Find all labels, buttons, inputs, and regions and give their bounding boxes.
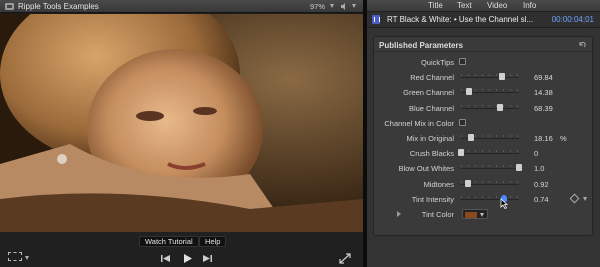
tab-info[interactable]: Info <box>523 1 536 10</box>
param-row-quicktips: QuickTips <box>374 55 592 70</box>
effect-title: RT Black & White: • Use the Channel sl..… <box>387 15 534 24</box>
tint-color-well[interactable] <box>462 209 488 219</box>
previous-edit-icon[interactable] <box>160 253 172 264</box>
speaker-icon[interactable] <box>341 3 347 10</box>
param-checkbox[interactable] <box>459 58 466 65</box>
param-value[interactable]: 69.84 <box>534 73 553 82</box>
param-row-blow-out-whites: Blow Out Whites 1.0 <box>374 161 592 176</box>
frame-overlay-caret-icon[interactable] <box>25 256 29 260</box>
tab-title[interactable]: Title <box>428 1 443 10</box>
view-options-caret-icon[interactable] <box>352 4 356 8</box>
portrait-image <box>0 14 363 232</box>
tab-video[interactable]: Video <box>487 1 507 10</box>
next-edit-icon[interactable] <box>201 253 213 264</box>
param-row-green-channel: Green Channel 14.38 <box>374 85 592 100</box>
slider-track[interactable] <box>461 107 519 109</box>
film-icon <box>5 3 14 10</box>
param-label: Green Channel <box>403 88 454 98</box>
slider-track[interactable] <box>461 168 519 170</box>
slider-thumb[interactable] <box>497 103 504 111</box>
param-label: Tint Intensity <box>411 194 454 204</box>
param-unit: % <box>560 134 567 143</box>
slider-ticks <box>461 104 519 107</box>
viewer-pane: Ripple Tools Examples 97% Watch Tutorial… <box>0 0 363 267</box>
panel-header: Published Parameters <box>374 37 592 52</box>
param-row-mix-in-original: Mix in Original 18.16% <box>374 131 592 146</box>
viewer-toolbar: Ripple Tools Examples 97% <box>0 0 363 13</box>
slider-ticks <box>461 195 519 198</box>
tab-text[interactable]: Text <box>457 1 472 10</box>
slider-track[interactable] <box>461 198 519 200</box>
slider-track[interactable] <box>461 77 519 79</box>
viewer-title: Ripple Tools Examples <box>18 2 99 11</box>
timecode: 00:00:04;01 <box>551 15 594 24</box>
param-label: Tint Color <box>421 210 454 219</box>
transport-bar: Watch Tutorial Help <box>0 232 363 267</box>
param-checkbox[interactable] <box>459 118 466 126</box>
param-row-tint-intensity: Tint Intensity 0.74 <box>374 192 592 207</box>
slider-thumb[interactable] <box>466 88 473 96</box>
fullscreen-icon[interactable] <box>339 253 351 264</box>
slider-thumb[interactable] <box>458 149 464 157</box>
slider-ticks <box>461 165 519 168</box>
watch-tutorial-button[interactable]: Watch Tutorial <box>139 236 199 247</box>
param-value[interactable]: 18.16 <box>534 134 553 143</box>
slider-thumb[interactable] <box>464 179 471 187</box>
video-frame <box>0 14 363 232</box>
effect-badge-icon <box>372 15 380 24</box>
help-button[interactable]: Help <box>199 236 227 247</box>
param-label: Midtones <box>423 179 454 189</box>
param-label: Red Channel <box>410 73 454 83</box>
reset-icon[interactable] <box>579 41 586 48</box>
slider-track[interactable] <box>461 153 519 155</box>
param-label: Channel Mix in Color <box>384 118 454 128</box>
color-swatch <box>465 212 477 218</box>
add-keyframe-icon[interactable] <box>569 193 580 204</box>
param-row-red-channel: Red Channel 69.84 <box>374 70 592 85</box>
param-value[interactable]: 0.74 <box>534 195 549 204</box>
param-row-crush-blacks: Crush Blacks 0 <box>374 146 592 161</box>
param-value[interactable]: 0.92 <box>534 180 549 189</box>
effect-header: RT Black & White: • Use the Channel sl..… <box>367 12 600 28</box>
slider-ticks <box>461 150 519 153</box>
mouse-cursor-icon <box>500 198 508 209</box>
color-menu-caret-icon[interactable] <box>480 213 484 217</box>
inspector-tabs: Title Text Video Info <box>367 0 600 12</box>
param-row-midtones: Midtones 0.92 <box>374 177 592 192</box>
slider-thumb[interactable] <box>516 164 522 172</box>
slider-ticks <box>461 74 519 77</box>
param-label: Mix in Original <box>406 134 454 143</box>
panel-title: Published Parameters <box>379 41 464 50</box>
keyframe-menu-caret-icon[interactable] <box>583 196 587 201</box>
param-row-channel-mix-in-color: Channel Mix in Color <box>374 116 592 131</box>
disclosure-triangle-icon[interactable] <box>397 211 401 217</box>
published-parameters-panel: Published Parameters QuickTips Red Channe… <box>373 36 593 236</box>
inspector-pane: Title Text Video Info RT Black & White: … <box>367 0 600 267</box>
param-value[interactable]: 14.38 <box>534 88 553 97</box>
param-label: Blue Channel <box>408 103 454 113</box>
param-value[interactable]: 0 <box>534 149 538 158</box>
param-row-blue-channel: Blue Channel 68.39 <box>374 101 592 116</box>
play-icon[interactable] <box>181 253 193 264</box>
zoom-level[interactable]: 97% <box>310 2 325 11</box>
slider-thumb[interactable] <box>468 134 475 141</box>
param-row-tint-color: Tint Color <box>374 207 592 222</box>
param-label: Blow Out Whites <box>398 164 454 174</box>
zoom-caret-icon[interactable] <box>330 4 334 8</box>
frame-overlay-icon[interactable] <box>8 252 22 261</box>
param-label: Crush Blacks <box>409 149 454 159</box>
param-value[interactable]: 1.0 <box>534 164 544 173</box>
param-label: QuickTips <box>420 58 454 67</box>
slider-thumb[interactable] <box>498 73 505 81</box>
param-value[interactable]: 68.39 <box>534 104 553 113</box>
